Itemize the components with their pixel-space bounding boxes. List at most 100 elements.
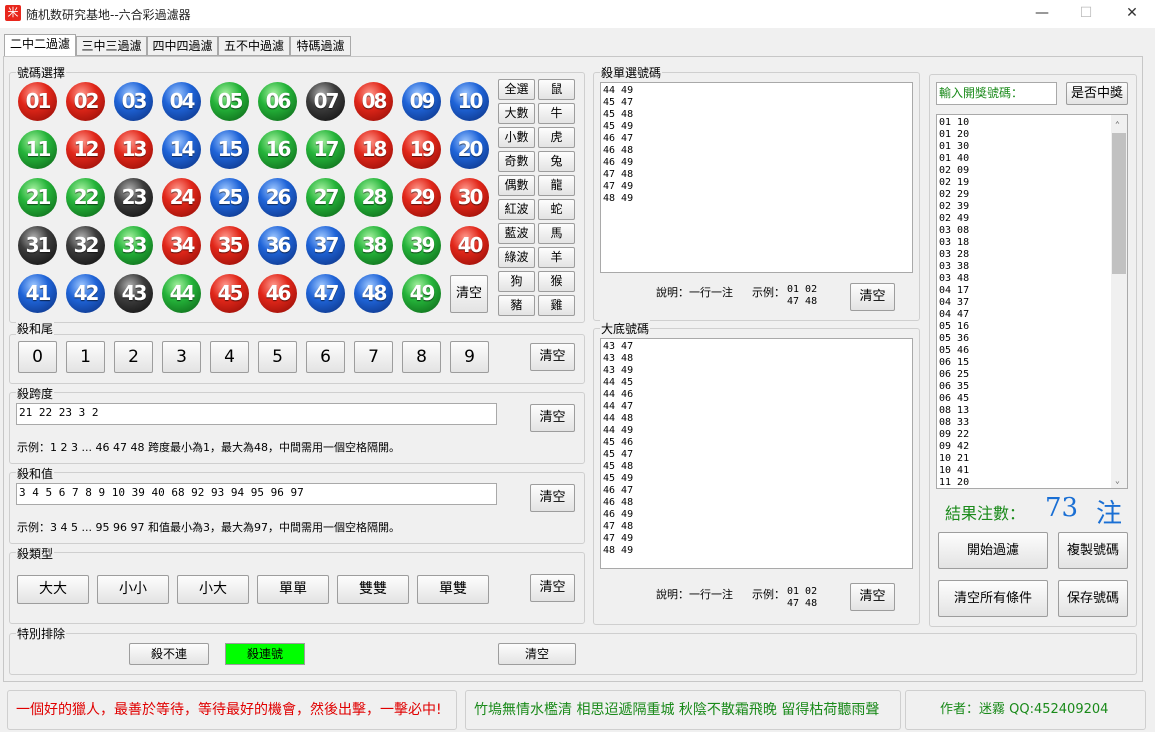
ball-09[interactable]: 09 [402, 82, 441, 121]
number-clear-button[interactable]: 清空 [450, 275, 488, 313]
kill-sum-input[interactable]: 3 4 5 6 7 8 9 10 39 40 68 92 93 94 95 96… [16, 483, 497, 505]
ball-28[interactable]: 28 [354, 178, 393, 217]
ball-03[interactable]: 03 [114, 82, 153, 121]
copy-numbers-button[interactable]: 複製號碼 [1058, 532, 1128, 569]
draw-number-input[interactable]: 輸入開獎號碼： [936, 82, 1057, 105]
ball-37[interactable]: 37 [306, 226, 345, 265]
clear-all-button[interactable]: 清空所有條件 [938, 580, 1048, 617]
tail-digit-button[interactable]: 1 [66, 341, 105, 373]
ball-30[interactable]: 30 [450, 178, 489, 217]
group-select-button[interactable]: 豬 [498, 295, 535, 316]
maximize-button[interactable]: ☐ [1076, 4, 1096, 22]
group-select-button[interactable]: 綠波 [498, 247, 535, 268]
special-clear-button[interactable]: 清空 [498, 643, 576, 665]
ball-04[interactable]: 04 [162, 82, 201, 121]
minimize-button[interactable]: — [1032, 4, 1052, 22]
ball-07[interactable]: 07 [306, 82, 345, 121]
ball-08[interactable]: 08 [354, 82, 393, 121]
save-numbers-button[interactable]: 保存號碼 [1058, 580, 1128, 617]
ball-26[interactable]: 26 [258, 178, 297, 217]
scroll-down-icon[interactable]: ⌄ [1115, 475, 1120, 487]
tail-digit-button[interactable]: 8 [402, 341, 441, 373]
ball-12[interactable]: 12 [66, 130, 105, 169]
group-select-button[interactable]: 龍 [538, 175, 575, 196]
ball-36[interactable]: 36 [258, 226, 297, 265]
ball-24[interactable]: 24 [162, 178, 201, 217]
tab-two-of-two[interactable]: 二中二過濾 [4, 34, 76, 57]
no-consecutive-button[interactable]: 殺不連 [129, 643, 209, 665]
ball-33[interactable]: 33 [114, 226, 153, 265]
ball-14[interactable]: 14 [162, 130, 201, 169]
ball-45[interactable]: 45 [210, 274, 249, 313]
group-select-button[interactable]: 小數 [498, 127, 535, 148]
tab-three-of-three[interactable]: 三中三過濾 [76, 36, 147, 56]
ball-29[interactable]: 29 [402, 178, 441, 217]
kill-sum-clear-button[interactable]: 清空 [530, 484, 575, 512]
kill-type-button[interactable]: 小小 [97, 575, 169, 604]
kill-type-button[interactable]: 雙雙 [337, 575, 409, 604]
ball-16[interactable]: 16 [258, 130, 297, 169]
ball-48[interactable]: 48 [354, 274, 393, 313]
ball-21[interactable]: 21 [18, 178, 57, 217]
ball-27[interactable]: 27 [306, 178, 345, 217]
kill-type-button[interactable]: 大大 [17, 575, 89, 604]
ball-18[interactable]: 18 [354, 130, 393, 169]
tail-digit-button[interactable]: 4 [210, 341, 249, 373]
group-select-button[interactable]: 鼠 [538, 79, 575, 100]
group-select-button[interactable]: 牛 [538, 103, 575, 124]
ball-02[interactable]: 02 [66, 82, 105, 121]
group-select-button[interactable]: 雞 [538, 295, 575, 316]
ball-23[interactable]: 23 [114, 178, 153, 217]
group-select-button[interactable]: 虎 [538, 127, 575, 148]
ball-01[interactable]: 01 [18, 82, 57, 121]
tail-digit-button[interactable]: 5 [258, 341, 297, 373]
kill-single-clear-button[interactable]: 清空 [850, 283, 895, 311]
group-select-button[interactable]: 猴 [538, 271, 575, 292]
group-select-button[interactable]: 全選 [498, 79, 535, 100]
ball-46[interactable]: 46 [258, 274, 297, 313]
ball-15[interactable]: 15 [210, 130, 249, 169]
base-numbers-textarea[interactable]: 43 47 43 48 43 49 44 45 44 46 44 47 44 48 44 49… [600, 338, 913, 569]
kill-type-button[interactable]: 單雙 [417, 575, 489, 604]
kill-type-button[interactable]: 小大 [177, 575, 249, 604]
group-select-button[interactable]: 蛇 [538, 199, 575, 220]
tab-special[interactable]: 特碼過濾 [290, 36, 351, 56]
ball-41[interactable]: 41 [18, 274, 57, 313]
group-select-button[interactable]: 兔 [538, 151, 575, 172]
tail-digit-button[interactable]: 6 [306, 341, 345, 373]
ball-17[interactable]: 17 [306, 130, 345, 169]
ball-32[interactable]: 32 [66, 226, 105, 265]
kill-span-clear-button[interactable]: 清空 [530, 404, 575, 432]
ball-20[interactable]: 20 [450, 130, 489, 169]
ball-25[interactable]: 25 [210, 178, 249, 217]
base-numbers-clear-button[interactable]: 清空 [850, 583, 895, 611]
group-select-button[interactable]: 奇數 [498, 151, 535, 172]
scroll-up-icon[interactable]: ⌃ [1115, 119, 1120, 131]
start-filter-button[interactable]: 開始過濾 [938, 532, 1048, 569]
ball-40[interactable]: 40 [450, 226, 489, 265]
ball-22[interactable]: 22 [66, 178, 105, 217]
ball-35[interactable]: 35 [210, 226, 249, 265]
close-button[interactable]: ✕ [1122, 4, 1142, 22]
ball-44[interactable]: 44 [162, 274, 201, 313]
ball-13[interactable]: 13 [114, 130, 153, 169]
ball-10[interactable]: 10 [450, 82, 489, 121]
kill-consecutive-button[interactable]: 殺連號 [225, 643, 305, 665]
ball-19[interactable]: 19 [402, 130, 441, 169]
kill-single-textarea[interactable]: 44 49 45 47 45 48 45 49 46 47 46 48 46 49 47 48… [600, 82, 913, 273]
check-win-button[interactable]: 是否中獎 [1066, 82, 1128, 105]
tab-five-miss[interactable]: 五不中過濾 [218, 36, 290, 56]
ball-05[interactable]: 05 [210, 82, 249, 121]
group-select-button[interactable]: 羊 [538, 247, 575, 268]
group-select-button[interactable]: 藍波 [498, 223, 535, 244]
scroll-thumb[interactable] [1112, 133, 1126, 274]
tab-four-of-four[interactable]: 四中四過濾 [147, 36, 218, 56]
ball-11[interactable]: 11 [18, 130, 57, 169]
result-scrollbar[interactable]: ⌃ ⌄ [1111, 115, 1127, 488]
kill-type-button[interactable]: 單單 [257, 575, 329, 604]
ball-34[interactable]: 34 [162, 226, 201, 265]
group-select-button[interactable]: 狗 [498, 271, 535, 292]
kill-type-clear-button[interactable]: 清空 [530, 574, 575, 602]
ball-39[interactable]: 39 [402, 226, 441, 265]
tail-digit-button[interactable]: 7 [354, 341, 393, 373]
